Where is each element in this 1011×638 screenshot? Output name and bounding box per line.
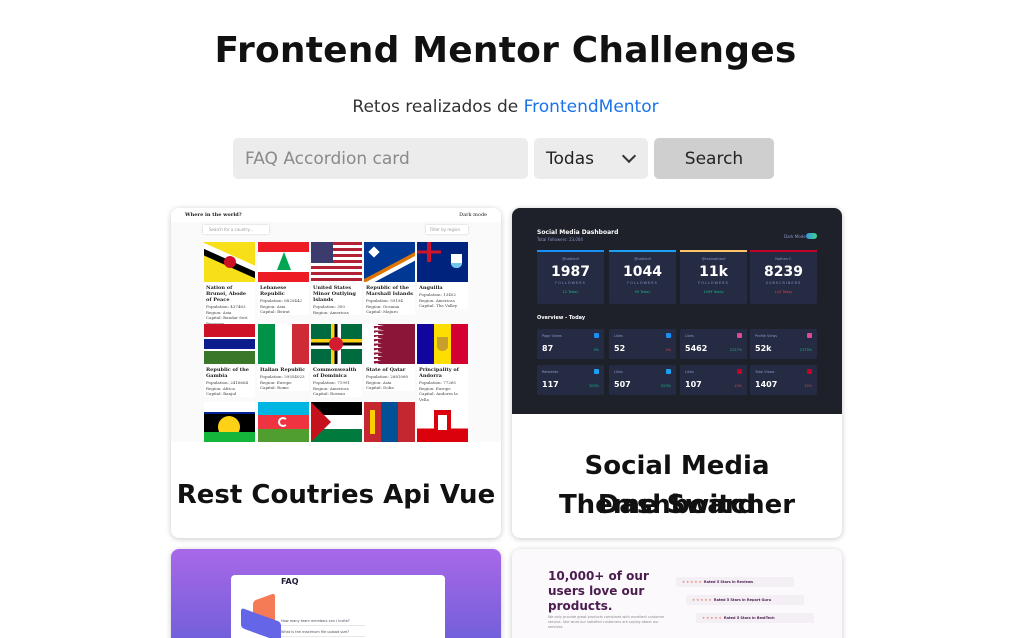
followers-card: @realnathanf 11k FOLLOWERS 1099 Today <box>680 250 747 304</box>
flag-gambia <box>204 324 255 364</box>
country-card <box>204 402 255 442</box>
flag-qatar <box>364 324 415 364</box>
flag-marshall-islands <box>364 242 415 282</box>
faq-title: FAQ <box>281 577 299 586</box>
toggle-icon <box>806 233 817 239</box>
overview-card: Retweets 117 303% <box>537 365 604 395</box>
card-preview-image: Social Media Dashboard Total Followers: … <box>512 208 842 414</box>
preview-search: Search for a country... <box>203 225 269 234</box>
overview-card: Page Views 87 3% <box>537 329 604 359</box>
flag-brunei <box>204 242 255 282</box>
preview-text: We only provide great products combined … <box>548 615 665 629</box>
flag-usa <box>311 242 362 282</box>
page-title: Frontend Mentor Challenges <box>214 30 797 71</box>
overview-card: Likes 52 2% <box>609 329 676 359</box>
country-card <box>311 402 362 442</box>
search-input[interactable] <box>233 138 528 179</box>
flag-andorra <box>417 324 468 364</box>
preview-dark-mode: Dark mode <box>459 212 487 218</box>
filter-select[interactable]: Todas <box>534 138 648 179</box>
flag-azerbaijan <box>258 402 309 442</box>
frontendmentor-link[interactable]: FrontendMentor <box>524 97 659 117</box>
country-card <box>364 402 415 442</box>
flag-gibraltar <box>417 402 468 442</box>
flag-anguilla <box>417 242 468 282</box>
overview-card: Likes 5462 2257% <box>680 329 747 359</box>
country-card <box>258 402 309 442</box>
preview-app-title: Where in the world? <box>171 208 501 222</box>
overview-card: Likes 107 19% <box>680 365 747 395</box>
country-card: Anguilla Population: 13452 Region: Ameri… <box>417 242 468 309</box>
followers-card: @nathanf 1044 FOLLOWERS 99 Today <box>609 250 676 304</box>
rating-badge: ★★★★★ Rated 5 Stars in Reviews <box>676 577 794 587</box>
overview-card: Profile Views 52k 1375% <box>750 329 817 359</box>
country-card: State of Qatar Population: 2881060 Regio… <box>364 324 415 391</box>
overview-card: Likes 507 553% <box>609 365 676 395</box>
search-button[interactable]: Search <box>654 138 774 179</box>
country-card: Lebanese Republic Population: 6825442 Re… <box>258 242 309 315</box>
card-preview-image: Where in the world? Dark mode Search for… <box>171 208 501 442</box>
filter-select-value: Todas <box>546 148 594 169</box>
preview-filter: Filter by region <box>426 225 468 234</box>
challenge-card-faq[interactable]: FAQ How many team members can I invite? … <box>171 549 501 638</box>
rating-badge: ★★★★★ Rated 5 Stars in BestTech <box>696 613 814 623</box>
flag-dominica <box>311 324 362 364</box>
country-card: Nation of Brunei, Abode of Peace Populat… <box>204 242 255 326</box>
overview-card: Total Views 1407 12% <box>750 365 817 395</box>
country-card: United States Minor Outlying Islands Pop… <box>311 242 362 315</box>
challenge-card-testimonials[interactable]: 10,000+ of our users love our products. … <box>512 549 842 638</box>
followers-card-bar <box>537 250 604 252</box>
country-card: Italian Republic Population: 59554023 Re… <box>258 324 309 391</box>
flag-western-sahara <box>311 402 362 442</box>
country-card: Republic of the Marshall Islands Populat… <box>364 242 415 315</box>
search-bar: Todas Search <box>233 138 774 179</box>
flag-mongolia <box>364 402 415 442</box>
country-card: Principality of Andorra Population: 7726… <box>417 324 468 402</box>
card-title: Rest Coutries Api Vue <box>176 480 496 510</box>
challenge-card-rest-countries[interactable]: Where in the world? Dark mode Search for… <box>171 208 501 538</box>
card-preview-image: 10,000+ of our users love our products. … <box>512 549 842 638</box>
subtitle-text: Retos realizados de <box>352 97 519 117</box>
country-card <box>417 402 468 442</box>
card-preview-image: FAQ How many team members can I invite? … <box>171 549 501 638</box>
preview-headline: 10,000+ of our users love our products. <box>548 569 649 613</box>
followers-card: Nathan F. 8239 SUBSCRIBERS 144 Today <box>750 250 817 304</box>
flag-italy <box>258 324 309 364</box>
page-subtitle: Retos realizados de FrontendMentor <box>0 97 1011 117</box>
followers-card: @nathanf 1987 FOLLOWERS 12 Today <box>537 250 604 304</box>
flag-guadeloupe <box>204 402 255 442</box>
card-title-line2: Theme Switcher <box>558 490 796 520</box>
country-card: Republic of the Gambia Population: 24166… <box>204 324 255 397</box>
rating-badge: ★★★★★ Rated 5 Stars in Report Guru <box>686 595 804 605</box>
chevron-down-icon <box>621 148 637 164</box>
flag-lebanon <box>258 242 309 282</box>
country-card: Commonwealth of Dominica Population: 719… <box>311 324 362 397</box>
challenge-card-social-dashboard[interactable]: Social Media Dashboard Total Followers: … <box>512 208 842 538</box>
